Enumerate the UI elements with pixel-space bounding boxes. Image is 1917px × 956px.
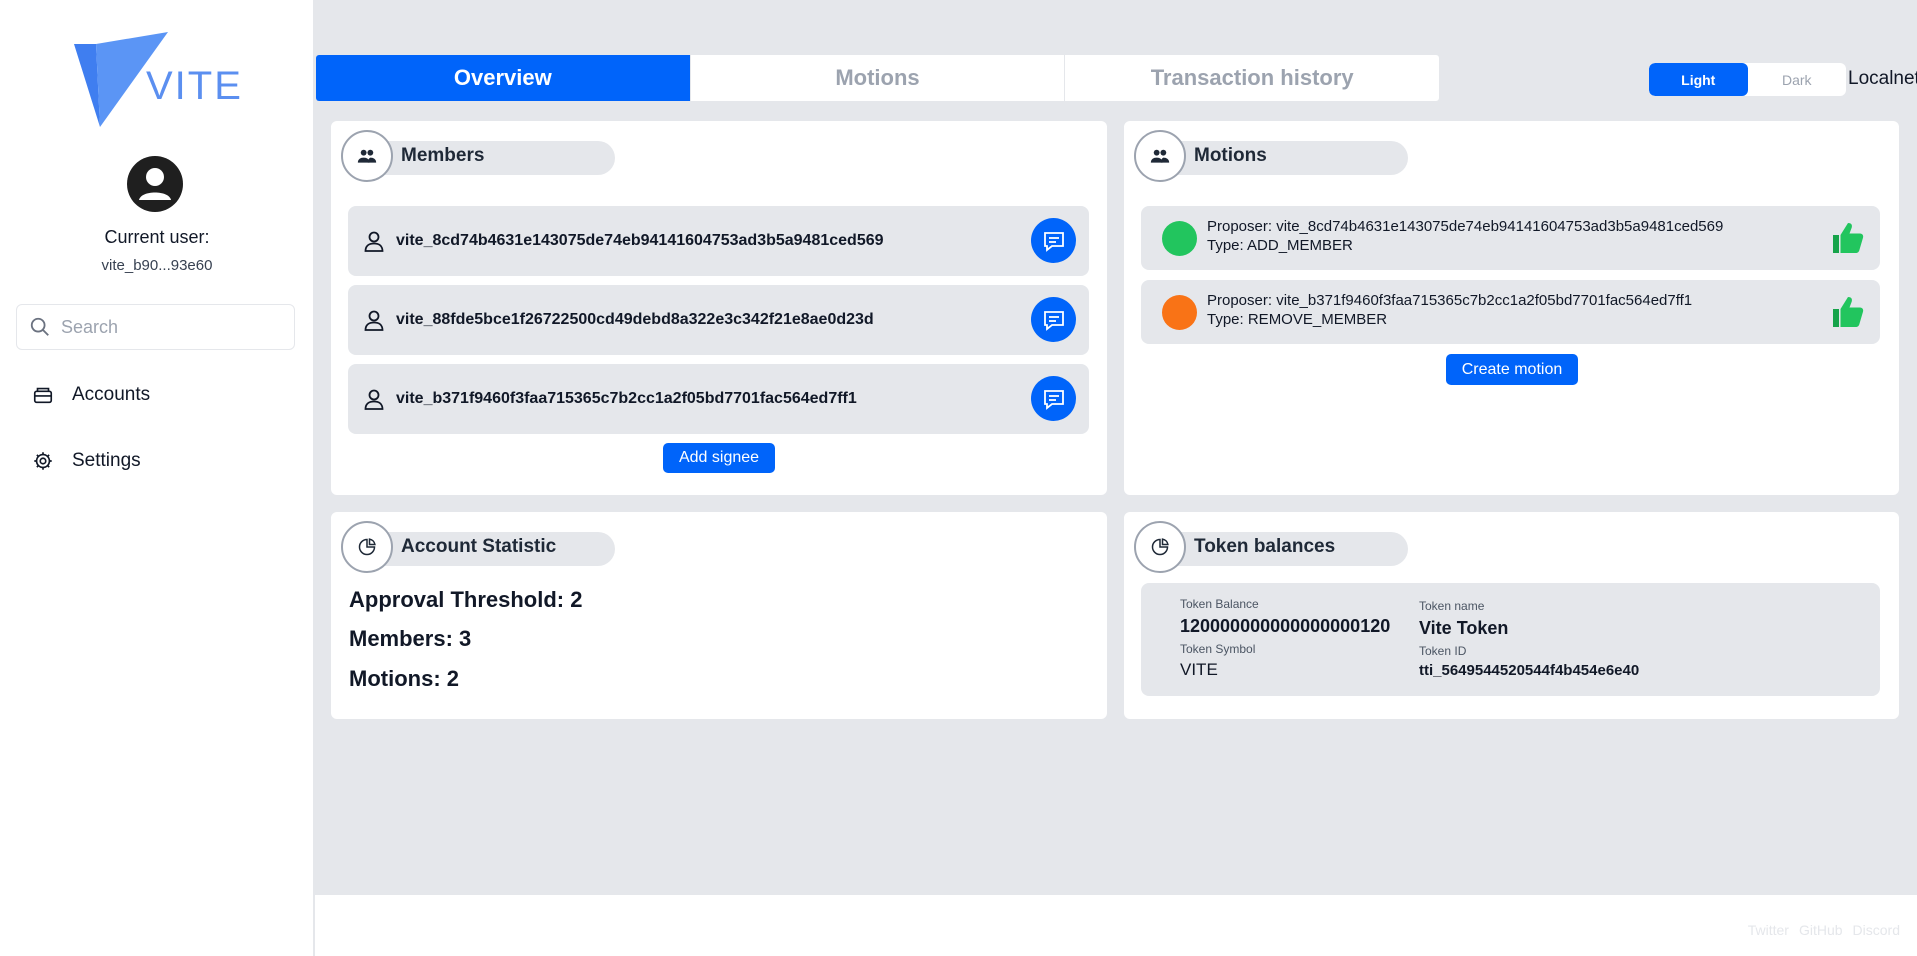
- twitter-link[interactable]: Twitter: [1748, 922, 1789, 938]
- message-button[interactable]: [1031, 376, 1076, 421]
- motion-status-dot: [1162, 221, 1197, 256]
- tab-overview[interactable]: Overview: [316, 55, 691, 101]
- tab-transaction-history[interactable]: Transaction history: [1065, 55, 1439, 101]
- motions-title: Motions: [1194, 145, 1267, 166]
- chat-icon: [1043, 231, 1064, 252]
- theme-dark-button[interactable]: Dark: [1748, 63, 1847, 96]
- sidebar-item-accounts[interactable]: Accounts: [32, 384, 150, 406]
- sidebar-item-label: Settings: [72, 450, 141, 471]
- sidebar: VITE Current user: vite_b90...93e60 Acco…: [0, 0, 314, 956]
- token-balances-card: Token balances Token Balance 12000000000…: [1124, 512, 1899, 719]
- message-button[interactable]: [1031, 297, 1076, 342]
- token-name-value: Vite Token: [1419, 618, 1509, 638]
- current-user-label: Current user:: [104, 227, 210, 247]
- motion-row[interactable]: Proposer: vite_b371f9460f3faa715365c7b2c…: [1141, 280, 1880, 344]
- sidebar-item-label: Accounts: [72, 384, 151, 405]
- member-row: vite_b371f9460f3faa715365c7b2cc1a2f05bd7…: [348, 364, 1089, 434]
- account-statistic-card: Account Statistic Approval Threshold: 2 …: [331, 512, 1107, 719]
- search-input[interactable]: [61, 316, 281, 338]
- github-link[interactable]: GitHub: [1799, 922, 1843, 938]
- token-balance-label: Token Balance: [1180, 597, 1259, 611]
- stats-title: Account Statistic: [401, 536, 557, 557]
- thumbs-up-icon[interactable]: [1830, 294, 1866, 330]
- main-tabs: Overview Motions Transaction history: [315, 54, 1440, 102]
- user-icon: [364, 389, 384, 410]
- motions-card: Motions Proposer: vite_8cd74b4631e143075…: [1124, 121, 1899, 495]
- stats-header-icon: [341, 521, 393, 573]
- users-icon: [1150, 149, 1170, 163]
- members-header-icon: [341, 130, 393, 182]
- footer: Twitter GitHub Discord: [315, 895, 1917, 956]
- thumbs-up-icon[interactable]: [1830, 220, 1866, 256]
- member-address: vite_88fde5bce1f26722500cd49debd8a322e3c…: [396, 311, 874, 328]
- motions-count: Motions: 2: [349, 666, 459, 691]
- chat-icon: [1043, 389, 1064, 410]
- token-id-value: tti_5649544520544f4b454e6e40: [1419, 662, 1640, 679]
- pie-chart-icon: [358, 538, 376, 556]
- create-motion-button[interactable]: Create motion: [1446, 354, 1578, 385]
- tab-motions[interactable]: Motions: [691, 55, 1066, 101]
- pie-chart-icon: [1151, 538, 1169, 556]
- member-address: vite_8cd74b4631e143075de74eb94141604753a…: [396, 232, 884, 249]
- token-name-label: Token name: [1419, 599, 1485, 613]
- stats-card-header: Account Statistic: [341, 521, 615, 573]
- wallet-icon: [33, 387, 53, 404]
- motion-type: Type: ADD_MEMBER: [1207, 237, 1353, 254]
- tokens-title: Token balances: [1194, 536, 1336, 557]
- motions-header-icon: [1134, 130, 1186, 182]
- motions-card-header: Motions: [1134, 130, 1408, 182]
- user-icon: [364, 310, 384, 331]
- theme-light-button[interactable]: Light: [1649, 63, 1748, 96]
- members-card: Members vite_8cd74b4631e143075de74eb9414…: [331, 121, 1107, 495]
- current-user-address: vite_b90...93e60: [101, 257, 213, 274]
- members-count: Members: 3: [349, 626, 472, 651]
- token-symbol-label: Token Symbol: [1180, 642, 1256, 656]
- motion-proposer: Proposer: vite_8cd74b4631e143075de74eb94…: [1207, 218, 1724, 235]
- tokens-header-icon: [1134, 521, 1186, 573]
- message-button[interactable]: [1031, 218, 1076, 263]
- network-label[interactable]: Localnet: [1848, 68, 1917, 90]
- members-card-header: Members: [341, 130, 615, 182]
- token-id-label: Token ID: [1419, 644, 1467, 658]
- sidebar-item-settings[interactable]: Settings: [32, 450, 141, 472]
- user-icon: [364, 231, 384, 252]
- theme-toggle: Light Dark: [1649, 63, 1846, 96]
- motion-row[interactable]: Proposer: vite_8cd74b4631e143075de74eb94…: [1141, 206, 1880, 270]
- logo-text: VITE: [146, 64, 243, 108]
- tokens-card-header: Token balances: [1134, 521, 1408, 573]
- search-icon: [30, 317, 49, 336]
- gear-icon: [34, 452, 52, 470]
- search-box[interactable]: [16, 304, 295, 350]
- token-balance-value: 120000000000000000120: [1180, 616, 1391, 636]
- discord-link[interactable]: Discord: [1853, 922, 1900, 938]
- motion-type: Type: REMOVE_MEMBER: [1207, 311, 1388, 328]
- token-item[interactable]: Token Balance 120000000000000000120 Toke…: [1141, 583, 1880, 696]
- motion-proposer: Proposer: vite_b371f9460f3faa715365c7b2c…: [1207, 292, 1693, 309]
- member-row: vite_8cd74b4631e143075de74eb94141604753a…: [348, 206, 1089, 276]
- user-avatar-icon: [127, 156, 183, 212]
- member-address: vite_b371f9460f3faa715365c7b2cc1a2f05bd7…: [396, 390, 857, 407]
- users-icon: [357, 149, 377, 163]
- chat-icon: [1043, 310, 1064, 331]
- token-symbol-value: VITE: [1180, 660, 1218, 679]
- add-signee-button[interactable]: Add signee: [663, 443, 775, 473]
- motion-status-dot: [1162, 295, 1197, 330]
- member-row: vite_88fde5bce1f26722500cd49debd8a322e3c…: [348, 285, 1089, 355]
- members-title: Members: [401, 145, 485, 166]
- footer-links: Twitter GitHub Discord: [1748, 922, 1900, 938]
- approval-threshold: Approval Threshold: 2: [349, 587, 583, 612]
